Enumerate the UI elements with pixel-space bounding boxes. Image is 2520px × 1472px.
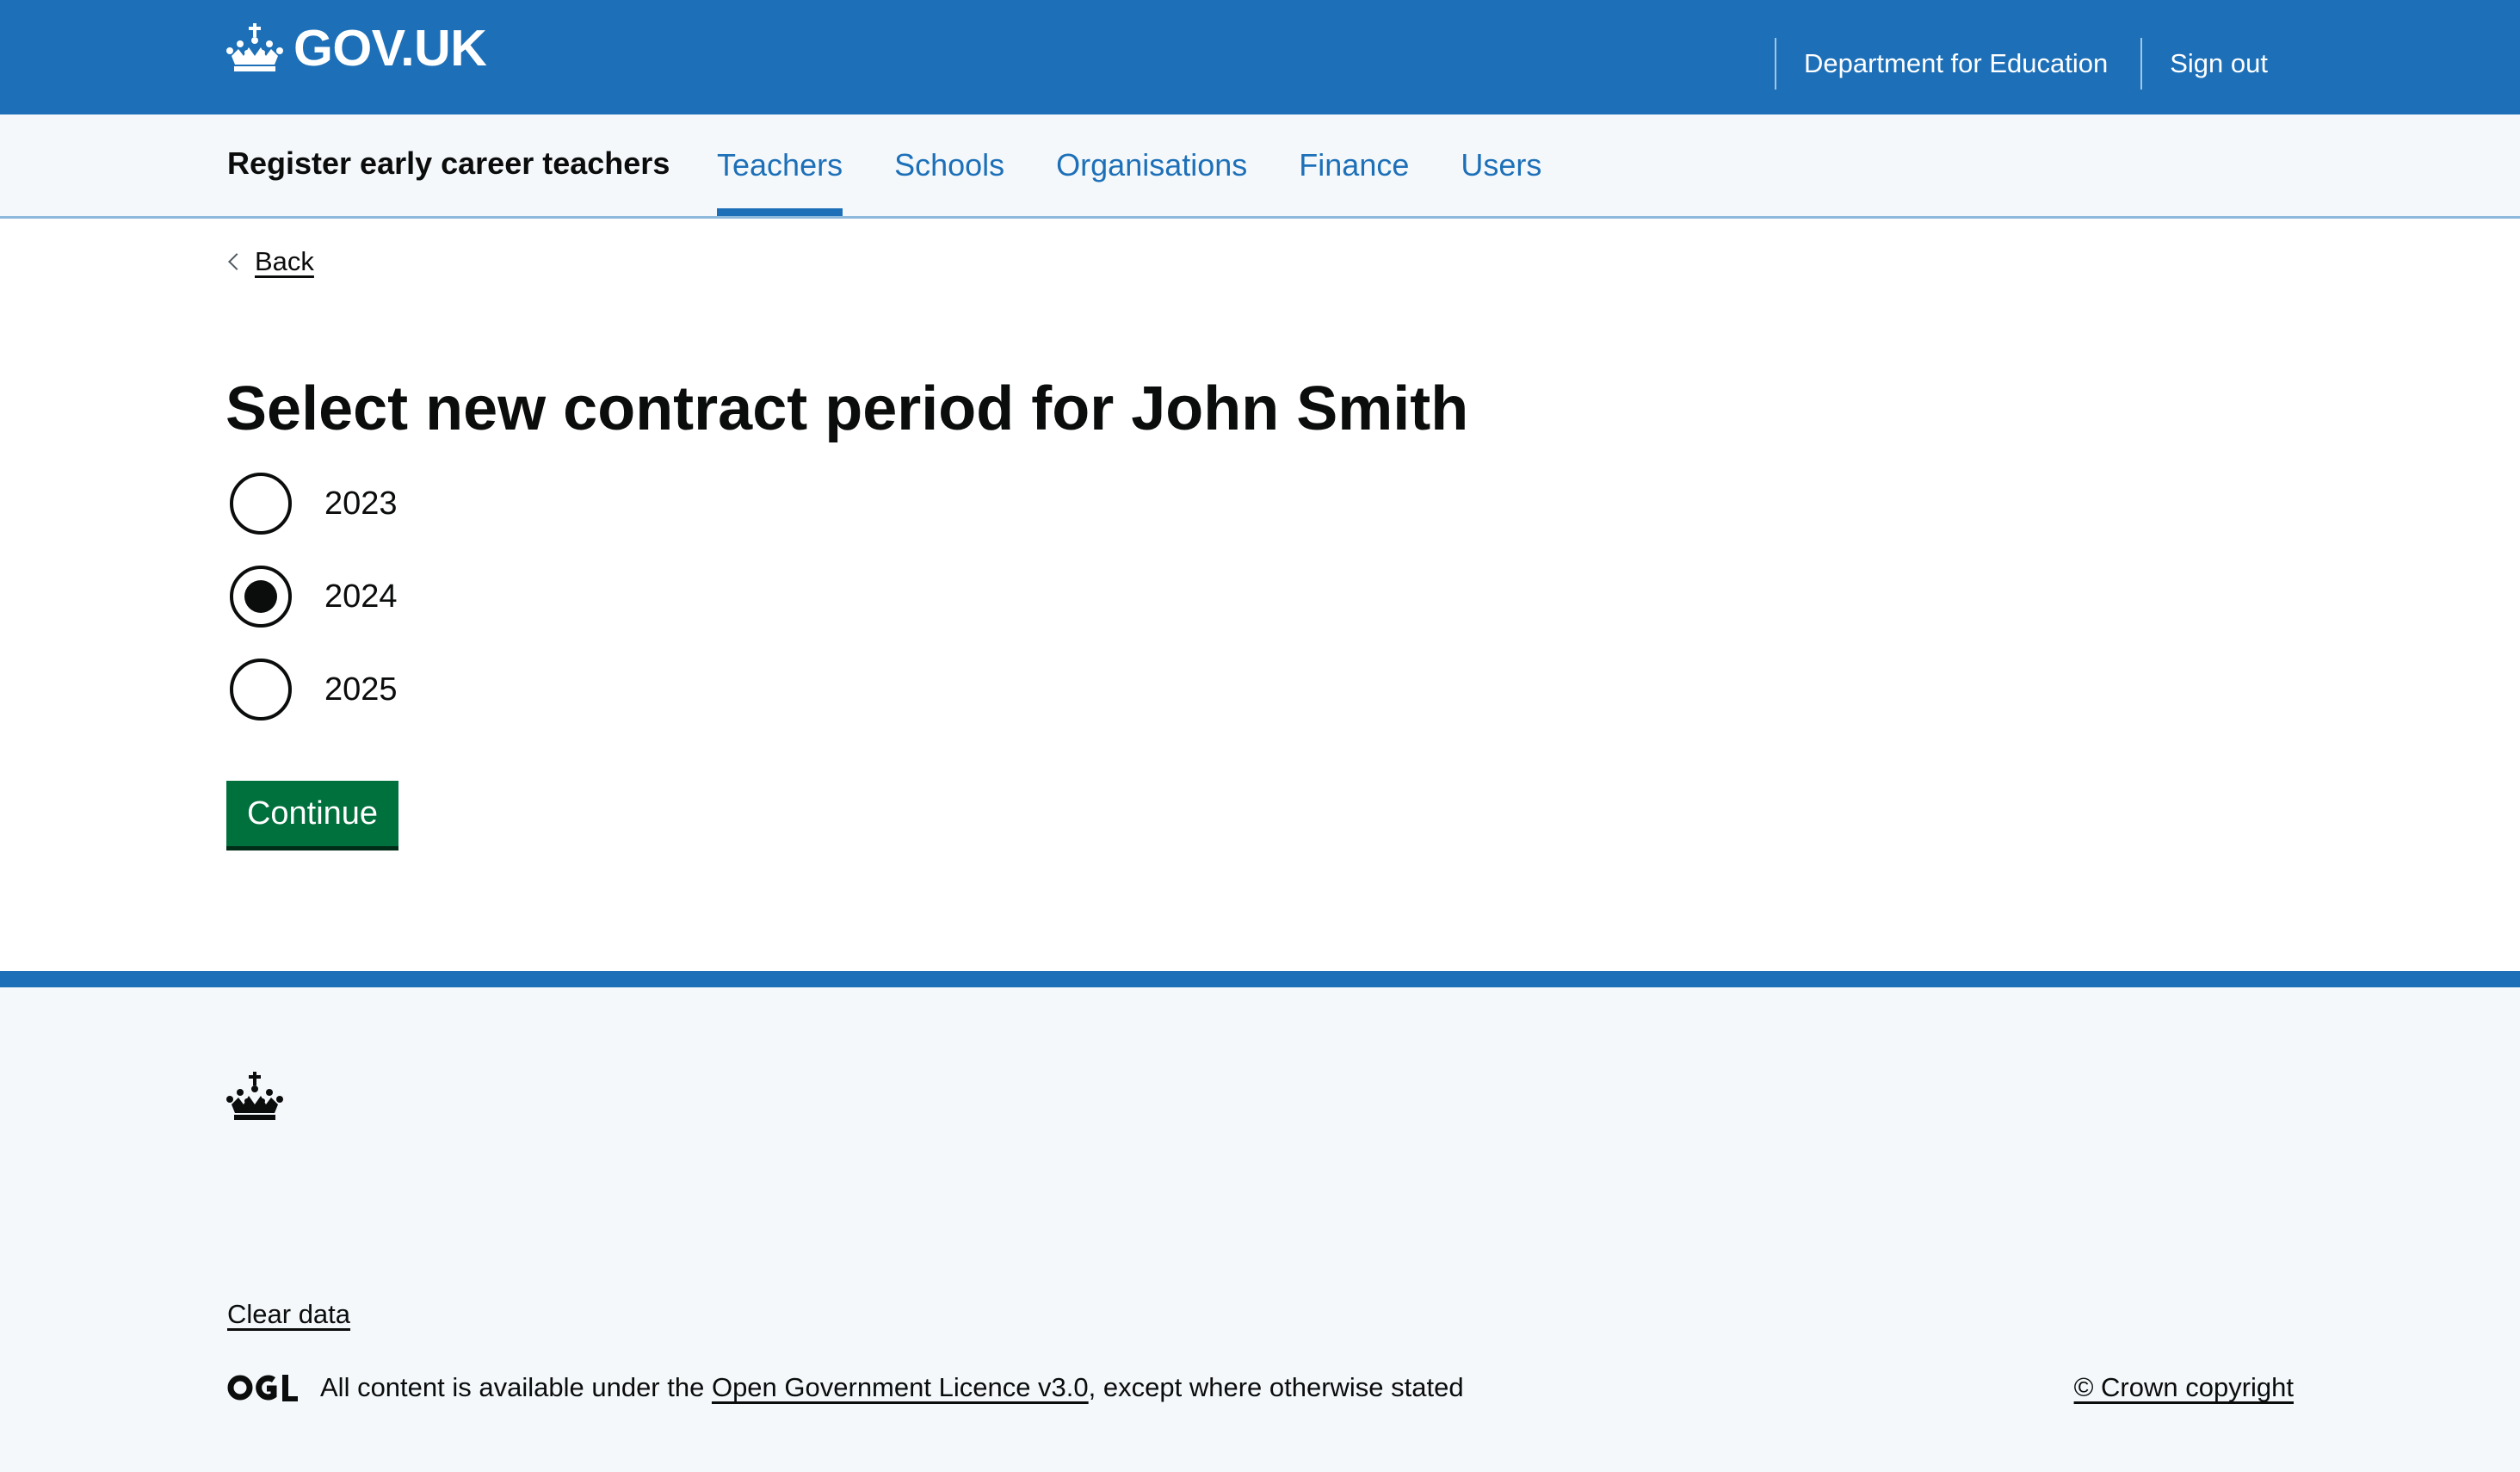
govuk-logo-link[interactable]: GOV.UK: [226, 20, 487, 77]
service-nav-list: Teachers Schools Organisations Finance U…: [717, 114, 1593, 216]
back-chevron-icon: [228, 253, 245, 270]
back-link[interactable]: Back: [227, 244, 314, 279]
licence-statement: All content is available under the Open …: [227, 1366, 1464, 1409]
continue-button[interactable]: Continue: [226, 781, 398, 846]
nav-item-users[interactable]: Users: [1461, 114, 1541, 216]
service-name: Register early career teachers: [227, 145, 670, 181]
radio-button[interactable]: [230, 473, 292, 535]
radio-button[interactable]: [230, 659, 292, 721]
crown-icon: [226, 23, 283, 71]
radio-label[interactable]: 2025: [324, 671, 398, 708]
back-link-label: Back: [255, 246, 314, 276]
licence-prefix: All content is available under the: [320, 1372, 712, 1402]
ogl-logo-icon: [227, 1375, 298, 1401]
nav-item-teachers[interactable]: Teachers: [717, 114, 843, 216]
clear-data-link[interactable]: Clear data: [227, 1299, 350, 1330]
crown-copyright-link[interactable]: © Crown copyright: [2074, 1366, 2294, 1409]
service-navigation: Register early career teachers Teachers …: [0, 114, 2520, 219]
govuk-header: GOV.UK Department for Education Sign out: [0, 0, 2520, 114]
nav-item-organisations[interactable]: Organisations: [1056, 114, 1247, 216]
page-title: Select new contract period for John Smit…: [225, 374, 1469, 443]
sign-out-link[interactable]: Sign out: [2140, 38, 2268, 90]
licence-link[interactable]: Open Government Licence v3.0: [712, 1372, 1089, 1403]
department-link[interactable]: Department for Education: [1774, 38, 2108, 90]
footer: Clear data All content is available unde…: [0, 971, 2520, 1472]
radio-option-2024[interactable]: 2024: [230, 562, 398, 631]
radio-label[interactable]: 2023: [324, 486, 398, 523]
nav-item-schools[interactable]: Schools: [894, 114, 1004, 216]
radio-option-2025[interactable]: 2025: [230, 655, 398, 724]
radio-label[interactable]: 2024: [324, 578, 398, 615]
crown-icon: [226, 1072, 283, 1120]
header-links: Department for Education Sign out: [1742, 38, 2268, 90]
radio-button-selected[interactable]: [230, 566, 292, 628]
licence-suffix: , except where otherwise stated: [1088, 1372, 1464, 1402]
govuk-logo-text: GOV.UK: [293, 20, 487, 77]
radio-option-2023[interactable]: 2023: [230, 469, 398, 538]
contract-period-radios: 2023 2024 2025: [230, 469, 398, 748]
nav-item-finance[interactable]: Finance: [1299, 114, 1409, 216]
